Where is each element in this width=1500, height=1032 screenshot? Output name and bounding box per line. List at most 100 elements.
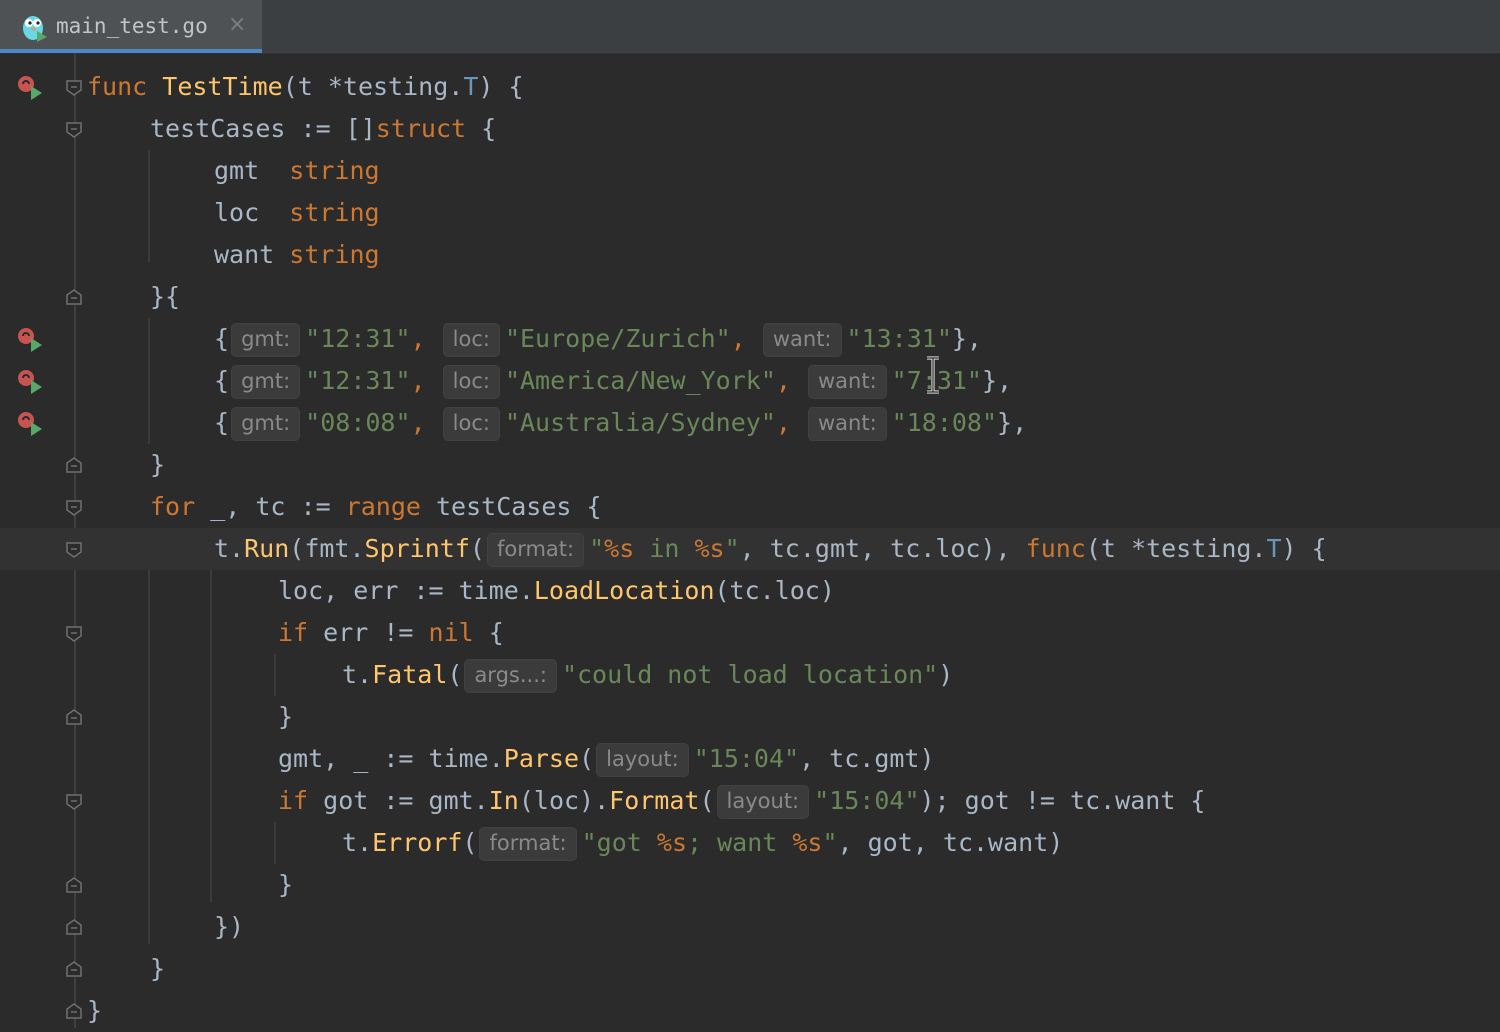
parameter-hint: loc: <box>442 407 500 441</box>
code-token: , tc.gmt, tc.loc), <box>739 534 1026 563</box>
string-literal: "12:31" <box>305 324 411 353</box>
code-token: ( <box>699 786 715 815</box>
method-call: LoadLocation <box>533 576 715 605</box>
run-test-icon[interactable] <box>15 74 43 100</box>
string-literal: " <box>589 534 605 563</box>
code-text: } <box>87 990 102 1032</box>
comma: , <box>775 408 806 437</box>
code-token: t. <box>342 828 373 857</box>
fold-icon[interactable] <box>65 499 83 517</box>
fold-end-icon[interactable] <box>65 288 83 306</box>
code-text: {gmt: "08:08", loc: "Australia/Sydney", wa… <box>214 402 1027 444</box>
comma: , <box>730 324 761 353</box>
string-literal: "08:08" <box>305 408 411 437</box>
code-token: ) { <box>1281 534 1327 563</box>
fold-icon[interactable] <box>65 541 83 559</box>
method-call: Sprintf <box>364 534 470 563</box>
code-line: gmt, _ := time.Parse(layout: "15:04", tc.… <box>0 738 1500 780</box>
field-name: loc <box>214 198 290 227</box>
tab-main-test-go[interactable]: main_test.go × <box>0 0 262 53</box>
fold-end-icon[interactable] <box>65 456 83 474</box>
code-line: if got := gmt.In(loc).Format(layout: "15:… <box>0 780 1500 822</box>
fold-end-icon[interactable] <box>65 1002 83 1020</box>
code-token: gmt, _ := time. <box>278 744 504 773</box>
code-token: }) <box>214 912 245 941</box>
fold-icon[interactable] <box>65 79 83 97</box>
fold-icon[interactable] <box>65 793 83 811</box>
parameter-hint: args...: <box>464 659 557 693</box>
code-line: }{ <box>0 276 1500 318</box>
code-token: , got, tc.want) <box>837 828 1064 857</box>
code-token: got := gmt. <box>308 786 489 815</box>
keyword-if: if <box>278 786 309 815</box>
keyword-for: for <box>150 492 196 521</box>
method-call: Parse <box>503 744 580 773</box>
keyword-if: if <box>278 618 309 647</box>
type-string: string <box>289 156 380 185</box>
code-text: for _, tc := range testCases { <box>150 486 602 528</box>
method-call: Format <box>609 786 700 815</box>
code-text: t.Run(fmt.Sprintf(format: "%s in %s", tc.… <box>214 528 1327 570</box>
comma: , <box>410 408 441 437</box>
code-line: {gmt: "08:08", loc: "Australia/Sydney", wa… <box>0 402 1500 444</box>
code-line: } <box>0 444 1500 486</box>
code-text: t.Fatal(args...: "could not load location… <box>342 654 953 696</box>
code-line: testCases := []struct { <box>0 108 1500 150</box>
string-literal: "13:31" <box>846 324 952 353</box>
code-token: ) <box>938 660 954 689</box>
parameter-hint: format: <box>479 827 577 861</box>
code-line: {gmt: "12:31", loc: "Europe/Zurich", want:… <box>0 318 1500 360</box>
fold-end-icon[interactable] <box>65 708 83 726</box>
code-token: }, <box>981 366 1013 395</box>
code-text: if err != nil { <box>278 612 504 654</box>
code-token: ) { <box>478 72 524 101</box>
fold-icon[interactable] <box>65 625 83 643</box>
fold-icon[interactable] <box>65 121 83 139</box>
code-text: } <box>150 948 165 990</box>
code-text: } <box>278 864 293 906</box>
fold-end-icon[interactable] <box>65 876 83 894</box>
keyword-func: func <box>1025 534 1086 563</box>
fold-end-icon[interactable] <box>65 918 83 936</box>
method-call: Fatal <box>372 660 448 689</box>
run-test-icon[interactable] <box>15 326 43 352</box>
code-line: if err != nil { <box>0 612 1500 654</box>
code-token: } <box>278 870 294 899</box>
fold-end-icon[interactable] <box>65 960 83 978</box>
code-token: testCases := [] <box>150 114 376 143</box>
parameter-hint: loc: <box>442 323 500 357</box>
string-literal: "15:04" <box>693 744 800 773</box>
format-verb: %s <box>792 828 823 857</box>
parameter-hint: want: <box>762 323 842 357</box>
code-token: ); got != tc.want { <box>919 786 1206 815</box>
string-literal: "Europe/Zurich" <box>504 324 731 353</box>
code-text: want string <box>214 234 380 276</box>
code-token: (fmt. <box>289 534 365 563</box>
code-token: }, <box>997 408 1028 437</box>
code-line: t.Fatal(args...: "could not load location… <box>0 654 1500 696</box>
code-token: testCases { <box>420 492 602 521</box>
close-icon[interactable]: × <box>228 11 246 39</box>
code-text: }{ <box>150 276 180 318</box>
parameter-hint: format: <box>486 533 585 567</box>
code-text: gmt, _ := time.Parse(layout: "15:04", tc.… <box>278 738 935 780</box>
code-token: } <box>150 450 166 479</box>
code-token: _, tc := <box>195 492 346 521</box>
keyword-range: range <box>345 492 421 521</box>
parameter-hint: layout: <box>596 743 689 777</box>
code-text: func TestTime(t *testing.T) { <box>87 66 524 108</box>
code-token: ( <box>469 534 485 563</box>
code-line: gmt string <box>0 150 1500 192</box>
parameter-hint: layout: <box>716 785 810 819</box>
code-line: func TestTime(t *testing.T) { <box>0 66 1500 108</box>
code-token: }{ <box>150 282 181 311</box>
code-line: loc string <box>0 192 1500 234</box>
code-editor[interactable]: func TestTime(t *testing.T) { testCases … <box>0 54 1500 1028</box>
run-test-icon[interactable] <box>15 368 43 394</box>
keyword-func: func <box>87 72 148 101</box>
string-literal: "got <box>581 828 657 857</box>
run-test-icon[interactable] <box>15 410 43 436</box>
code-token: } <box>87 996 103 1025</box>
field-name: want <box>214 240 290 269</box>
code-token: } <box>278 702 294 731</box>
